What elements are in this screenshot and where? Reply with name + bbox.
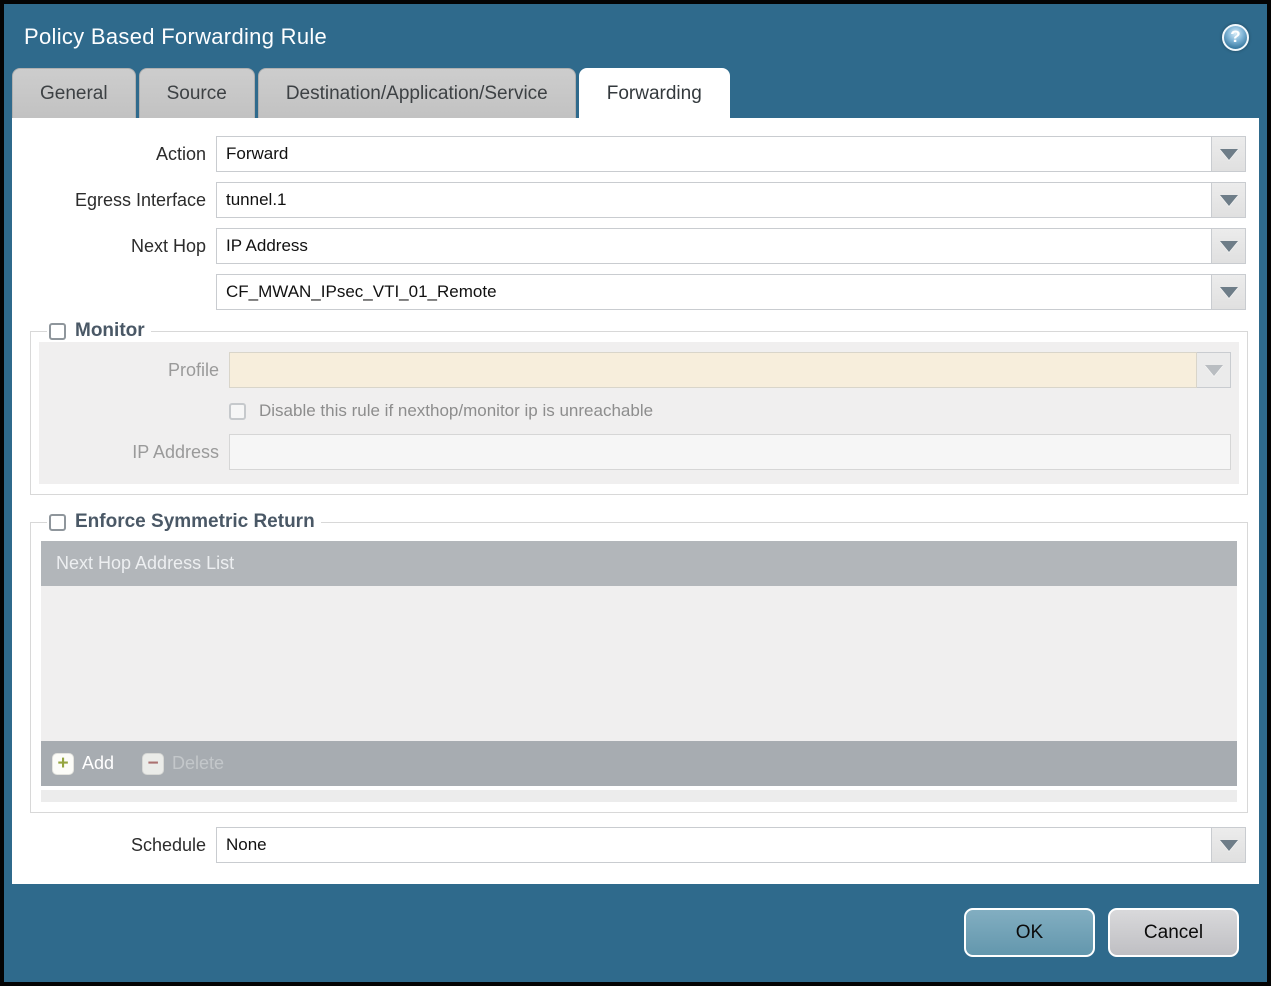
tab-destination-application-service[interactable]: Destination/Application/Service [257, 68, 576, 118]
dialog-footer: OK Cancel [4, 884, 1267, 982]
tab-source[interactable]: Source [138, 68, 255, 118]
monitor-ip-address-row: IP Address [51, 434, 1231, 470]
tab-forwarding[interactable]: Forwarding [578, 68, 730, 118]
next-hop-address-table: Next Hop Address List + Add − Delete [41, 541, 1237, 786]
monitor-ip-address-input [229, 434, 1231, 470]
chevron-down-icon [1204, 364, 1223, 376]
egress-interface-label: Egress Interface [74, 189, 206, 210]
disable-rule-row: Disable this rule if nexthop/monitor ip … [229, 401, 1231, 421]
policy-based-forwarding-rule-dialog: Policy Based Forwarding Rule ? General S… [0, 0, 1271, 986]
monitor-legend: Monitor [47, 320, 151, 342]
monitor-title: Monitor [75, 320, 145, 341]
egress-interface-dropdown-button[interactable] [1212, 182, 1246, 218]
action-label: Action [155, 143, 206, 164]
chevron-down-icon [1219, 240, 1238, 252]
help-icon[interactable]: ? [1222, 23, 1249, 51]
dialog-title: Policy Based Forwarding Rule [24, 24, 328, 49]
next-hop-address-list-toolbar: + Add − Delete [41, 741, 1237, 786]
disable-rule-label: Disable this rule if nexthop/monitor ip … [259, 401, 654, 420]
next-hop-address-dropdown-button[interactable] [1212, 274, 1246, 310]
symmetric-return-title: Enforce Symmetric Return [75, 511, 315, 532]
profile-row: Profile [51, 352, 1231, 388]
monitor-group: Monitor Profile Disable this rule if nex… [30, 320, 1248, 495]
cancel-button[interactable]: Cancel [1108, 908, 1239, 957]
action-input[interactable]: Forward [216, 136, 1212, 172]
next-hop-type-input[interactable]: IP Address [216, 228, 1212, 264]
monitor-panel: Profile Disable this rule if nexthop/mon… [39, 342, 1239, 484]
chevron-down-icon [1219, 194, 1238, 206]
table-bottom-strip [41, 790, 1237, 802]
next-hop-dropdown-button[interactable] [1212, 228, 1246, 264]
schedule-label: Schedule [130, 834, 206, 855]
delete-button: − Delete [142, 752, 225, 775]
monitor-checkbox[interactable] [49, 322, 66, 340]
plus-icon: + [52, 752, 74, 775]
disable-rule-checkbox [229, 402, 246, 420]
minus-icon: − [142, 752, 165, 775]
egress-interface-row: Egress Interface tunnel.1 [34, 182, 1246, 218]
ok-button[interactable]: OK [964, 908, 1095, 957]
tab-general[interactable]: General [12, 68, 136, 118]
schedule-input[interactable]: None [216, 827, 1212, 863]
tab-bar: General Source Destination/Application/S… [4, 68, 1267, 118]
chevron-down-icon [1219, 148, 1238, 160]
next-hop-address-input[interactable]: CF_MWAN_IPsec_VTI_01_Remote [216, 274, 1212, 310]
forwarding-tab-panel: Action Forward Egress Interface tunnel.1… [12, 118, 1259, 884]
add-button-label: Add [82, 753, 115, 773]
action-dropdown-button[interactable] [1212, 136, 1246, 172]
schedule-row: Schedule None [34, 827, 1246, 863]
schedule-dropdown-button[interactable] [1212, 827, 1246, 863]
symmetric-return-legend: Enforce Symmetric Return [47, 511, 321, 533]
dialog-titlebar: Policy Based Forwarding Rule ? [4, 4, 1267, 68]
egress-interface-input[interactable]: tunnel.1 [216, 182, 1212, 218]
delete-button-label: Delete [172, 753, 225, 773]
next-hop-row: Next Hop IP Address [34, 228, 1246, 264]
add-button[interactable]: + Add [52, 752, 115, 775]
chevron-down-icon [1219, 286, 1238, 298]
monitor-ip-address-label: IP Address [132, 441, 219, 462]
symmetric-return-group: Enforce Symmetric Return Next Hop Addres… [30, 511, 1248, 813]
next-hop-label: Next Hop [130, 235, 206, 256]
profile-label: Profile [167, 359, 219, 380]
chevron-down-icon [1219, 839, 1238, 851]
action-row: Action Forward [34, 136, 1246, 172]
next-hop-address-list-header: Next Hop Address List [41, 541, 1237, 586]
symmetric-return-checkbox[interactable] [49, 513, 66, 531]
profile-dropdown-button [1197, 352, 1231, 388]
next-hop-address-row: CF_MWAN_IPsec_VTI_01_Remote [34, 274, 1246, 310]
next-hop-address-list-body[interactable] [41, 586, 1237, 741]
profile-input [229, 352, 1197, 388]
